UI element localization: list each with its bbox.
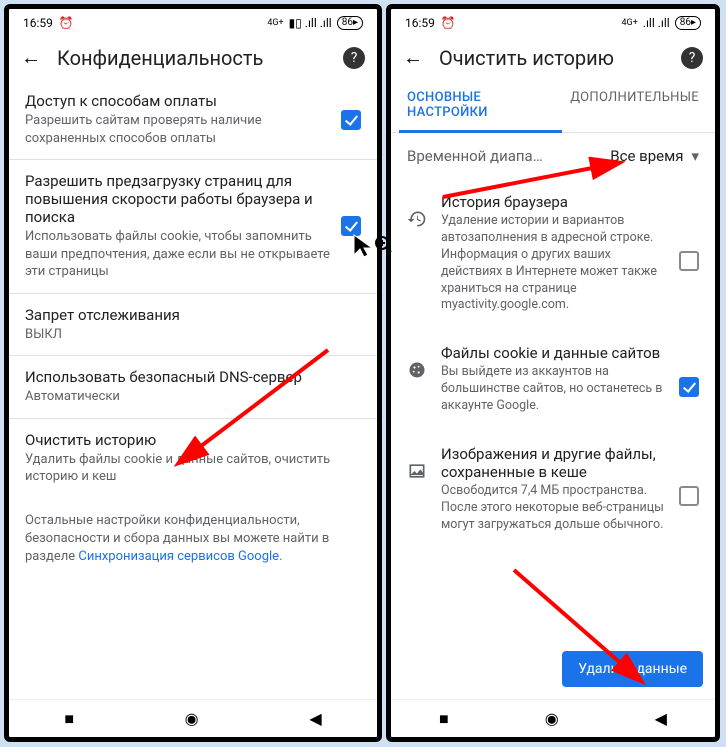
row-payment-access[interactable]: Доступ к способам оплаты Разрешить сайта… <box>9 80 377 160</box>
network-icon: 4G+ <box>267 18 283 28</box>
row-subtitle: Удалить файлы cookie и данные сайтов, оч… <box>25 451 361 486</box>
tab-basic[interactable]: ОСНОВНЫЕ НАСТРОЙКИ <box>399 80 562 133</box>
phone-left: 16:59 ⏰ 4G+ ▮▯ .ıll .ıll 86▸ ← Конфиденц… <box>4 4 382 742</box>
cat-subtitle: Удаление истории и вариантов автозаполне… <box>441 213 665 314</box>
row-title: Использовать безопасный DNS-сервер <box>25 368 361 386</box>
page-title: Очистить историю <box>439 46 665 70</box>
row-subtitle: ВЫКЛ <box>25 326 361 344</box>
row-title: Разрешить предзагрузку страниц для повыш… <box>25 172 331 226</box>
row-subtitle: Использовать файлы cookie, чтобы запомни… <box>25 228 331 281</box>
android-nav-bar: ■ ◉ ◀ <box>9 699 377 737</box>
row-title: Доступ к способам оплаты <box>25 92 331 110</box>
sync-services-link[interactable]: Синхронизация сервисов Google <box>78 549 279 564</box>
row-do-not-track[interactable]: Запрет отслеживания ВЫКЛ <box>9 294 377 357</box>
image-icon <box>407 461 427 481</box>
tab-advanced[interactable]: ДОПОЛНИТЕЛЬНЫЕ <box>562 80 707 132</box>
alarm-icon: ⏰ <box>59 16 74 30</box>
phone-right: 16:59 ⏰ 4G+ .ıll .ıll 86▸ ← Очистить ист… <box>386 4 720 742</box>
cat-subtitle: Вы выйдете из аккаунтов на большинстве с… <box>441 364 665 415</box>
app-bar: ← Очистить историю ? <box>391 37 715 80</box>
battery-indicator: 86▸ <box>337 16 363 30</box>
checkbox[interactable] <box>679 251 699 271</box>
status-time: 16:59 <box>23 16 53 30</box>
row-title: Очистить историю <box>25 431 361 449</box>
clear-data-button[interactable]: Удалить данные <box>562 651 703 687</box>
checkbox[interactable] <box>679 377 699 397</box>
help-icon[interactable]: ? <box>343 47 365 69</box>
android-nav-bar: ■ ◉ ◀ <box>391 699 715 737</box>
row-title: Запрет отслеживания <box>25 306 361 324</box>
nav-back-icon[interactable]: ◀ <box>309 709 321 728</box>
back-icon[interactable]: ← <box>21 45 41 70</box>
page-title: Конфиденциальность <box>57 46 327 70</box>
nav-recent-icon[interactable]: ■ <box>64 709 74 729</box>
help-icon[interactable]: ? <box>681 47 703 69</box>
status-bar: 16:59 ⏰ 4G+ ▮▯ .ıll .ıll 86▸ <box>9 9 377 37</box>
row-subtitle: Разрешить сайтам проверять наличие сохра… <box>25 112 331 147</box>
cat-title: История браузера <box>441 193 665 211</box>
row-clear-browsing-data[interactable]: Очистить историю Удалить файлы cookie и … <box>9 419 377 498</box>
cat-subtitle: Освободится 7,4 МБ пространства. После э… <box>441 483 665 534</box>
checkbox[interactable] <box>679 486 699 506</box>
row-preload-pages[interactable]: Разрешить предзагрузку страниц для повыш… <box>9 160 377 294</box>
settings-list: Доступ к способам оплаты Разрешить сайта… <box>9 80 377 699</box>
time-range-dropdown[interactable]: Временной диапа… Все время ▾ <box>391 133 715 179</box>
dropdown-label: Временной диапа… <box>407 147 543 165</box>
clear-data-categories: История браузера Удаление истории и вари… <box>391 179 715 639</box>
checkbox[interactable] <box>341 216 361 236</box>
status-time: 16:59 <box>405 16 435 30</box>
battery-indicator: 86▸ <box>675 16 701 30</box>
row-subtitle: Автоматически <box>25 388 361 406</box>
cat-title: Файлы cookie и данные сайтов <box>441 344 665 362</box>
footer-note: Остальные настройки конфиденциальности, … <box>9 498 377 581</box>
chevron-down-icon: ▾ <box>691 147 699 165</box>
cookie-icon <box>407 360 427 380</box>
network-icon: 4G+ <box>622 18 638 28</box>
nav-recent-icon[interactable]: ■ <box>439 709 449 729</box>
nav-back-icon[interactable]: ◀ <box>655 709 667 728</box>
alarm-icon: ⏰ <box>441 16 456 30</box>
cat-title: Изображения и другие файлы, сохраненные … <box>441 445 665 481</box>
status-bar: 16:59 ⏰ 4G+ .ıll .ıll 86▸ <box>391 9 715 37</box>
footer: Удалить данные <box>391 639 715 699</box>
back-icon[interactable]: ← <box>403 45 423 70</box>
dropdown-value: Все время <box>610 147 683 165</box>
app-bar: ← Конфиденциальность ? <box>9 37 377 80</box>
cat-cached-images[interactable]: Изображения и другие файлы, сохраненные … <box>391 431 715 550</box>
row-secure-dns[interactable]: Использовать безопасный DNS-сервер Автом… <box>9 356 377 419</box>
signal-icon: ▮▯ .ıll .ıll <box>289 16 332 30</box>
nav-home-icon[interactable]: ◉ <box>545 709 559 728</box>
cat-cookies[interactable]: Файлы cookie и данные сайтов Вы выйдете … <box>391 330 715 431</box>
nav-home-icon[interactable]: ◉ <box>185 709 199 728</box>
signal-icon: .ıll .ıll <box>643 16 670 30</box>
tabs: ОСНОВНЫЕ НАСТРОЙКИ ДОПОЛНИТЕЛЬНЫЕ <box>391 80 715 133</box>
checkbox[interactable] <box>341 110 361 130</box>
cat-browsing-history[interactable]: История браузера Удаление истории и вари… <box>391 179 715 330</box>
history-icon <box>407 209 427 229</box>
